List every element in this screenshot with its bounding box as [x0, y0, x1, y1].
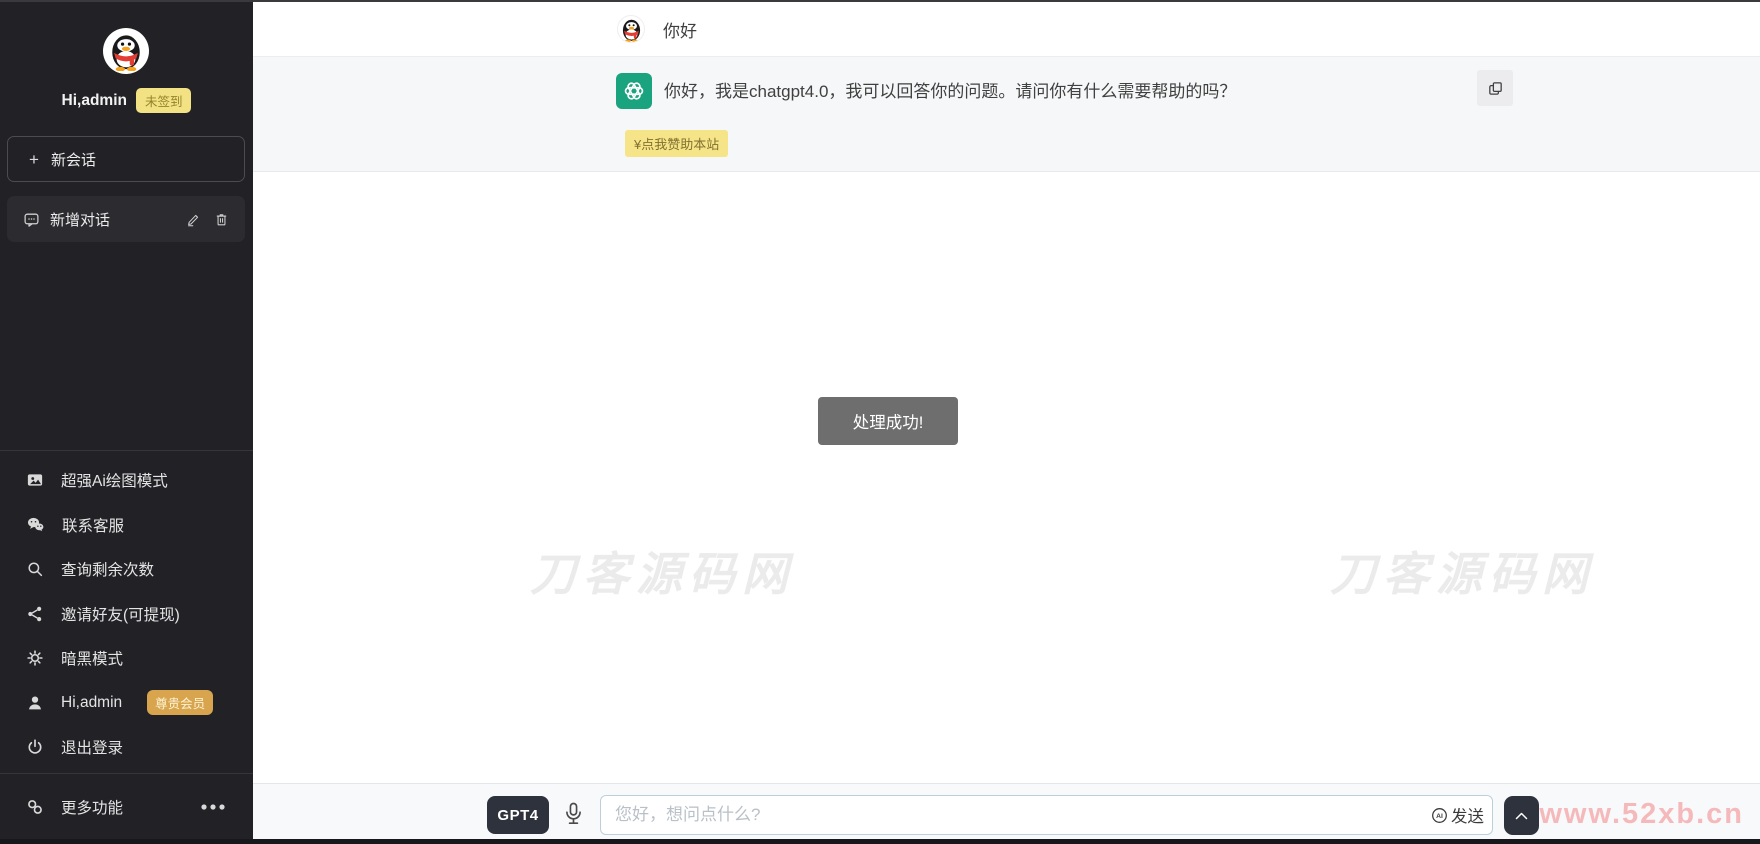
wechat-icon	[26, 515, 45, 534]
corner-watermark-text: www.52xb.cn	[1539, 798, 1744, 831]
conversation-actions	[186, 212, 229, 227]
microphone-button[interactable]	[559, 799, 587, 829]
watermark-text: 刀客源码网	[530, 538, 795, 604]
copy-button[interactable]	[1477, 70, 1513, 106]
message-input-wrap: AI 发送	[600, 795, 1493, 835]
image-icon	[26, 471, 44, 489]
new-conversation-button[interactable]: + 新会话	[7, 136, 245, 182]
sidebar-divider-bottom	[0, 773, 253, 774]
user-message-row: 你好	[253, 2, 1760, 57]
ellipsis-icon[interactable]	[200, 803, 226, 811]
copy-icon	[1487, 80, 1504, 97]
microphone-icon	[563, 801, 584, 827]
menu-item-invite-friends[interactable]: 邀请好友(可提现)	[0, 592, 253, 637]
menu-label: 邀请好友(可提现)	[61, 603, 180, 625]
menu-item-dark-mode[interactable]: 暗黑模式	[0, 636, 253, 681]
menu-item-query-remaining[interactable]: 查询剩余次数	[0, 547, 253, 592]
menu-label: 退出登录	[61, 736, 123, 758]
assistant-message-text: 你好，我是chatgpt4.0，我可以回答你的问题。请问你有什么需要帮助的吗？	[664, 79, 1236, 104]
app-window: Hi,admin 未签到 + 新会话 新增对话	[0, 0, 1760, 844]
window-bottom-border	[0, 839, 1760, 844]
collapse-button[interactable]	[1504, 796, 1539, 835]
menu-label: 暗黑模式	[61, 647, 123, 669]
menu-label: Hi,admin	[61, 694, 122, 712]
assistant-message-row: 你好，我是chatgpt4.0，我可以回答你的问题。请问你有什么需要帮助的吗？ …	[253, 57, 1760, 172]
sponsor-badge[interactable]: ¥点我赞助本站	[625, 130, 728, 157]
search-icon	[26, 560, 44, 578]
menu-item-contact-support[interactable]: 联系客服	[0, 503, 253, 548]
conversation-title: 新增对话	[50, 209, 110, 230]
toast-message: 处理成功!	[818, 397, 958, 445]
menu-item-logout[interactable]: 退出登录	[0, 725, 253, 770]
gear-icon	[26, 649, 44, 667]
svg-text:AI: AI	[1436, 812, 1443, 819]
edit-icon[interactable]	[186, 212, 201, 227]
conversation-list-item[interactable]: 新增对话	[7, 196, 245, 242]
chat-area: 你好 你好，我是chatgpt4.0，我可以回答你的问题。请问你有什么需要帮助的…	[253, 0, 1760, 844]
signin-badge[interactable]: 未签到	[136, 88, 192, 113]
user-message-text: 你好	[663, 17, 697, 42]
link-icon	[26, 798, 44, 816]
user-avatar	[617, 15, 645, 43]
composer-bar: GPT4 AI 发送	[253, 783, 1760, 839]
menu-label: 查询剩余次数	[61, 558, 154, 580]
chat-bubble-icon	[23, 211, 40, 228]
window-top-border	[0, 0, 1760, 2]
chevron-up-icon	[1514, 810, 1529, 822]
sidebar-menu: 超强Ai绘图模式 联系客服	[0, 458, 253, 770]
avatar	[103, 28, 149, 74]
vip-badge: 尊贵会员	[147, 690, 213, 715]
plus-icon: +	[29, 151, 39, 168]
send-button[interactable]: AI 发送	[1430, 795, 1484, 835]
menu-item-ai-drawing[interactable]: 超强Ai绘图模式	[0, 458, 253, 503]
watermark-text: 刀客源码网	[1330, 538, 1595, 604]
send-label: 发送	[1451, 803, 1484, 827]
qq-penguin-icon	[106, 31, 146, 71]
menu-label: 超强Ai绘图模式	[61, 469, 168, 491]
new-conversation-label: 新会话	[51, 149, 96, 170]
greeting-text: Hi,admin	[62, 92, 127, 110]
user-icon	[26, 694, 44, 712]
qq-penguin-icon	[619, 17, 644, 42]
power-icon	[26, 738, 44, 756]
more-features-row[interactable]: 更多功能	[0, 784, 253, 830]
send-ai-icon: AI	[1430, 806, 1449, 825]
menu-item-account[interactable]: Hi,admin 尊贵会员	[0, 681, 253, 726]
sidebar: Hi,admin 未签到 + 新会话 新增对话	[0, 0, 253, 844]
model-selector-button[interactable]: GPT4	[487, 796, 549, 834]
more-features-label: 更多功能	[61, 796, 123, 818]
greeting-row: Hi,admin 未签到	[0, 88, 253, 113]
sidebar-divider-top	[0, 450, 253, 451]
message-input[interactable]	[600, 795, 1493, 835]
menu-label: 联系客服	[62, 514, 124, 536]
share-icon	[26, 605, 44, 623]
delete-icon[interactable]	[214, 212, 229, 227]
chatgpt-logo-icon	[616, 73, 652, 109]
